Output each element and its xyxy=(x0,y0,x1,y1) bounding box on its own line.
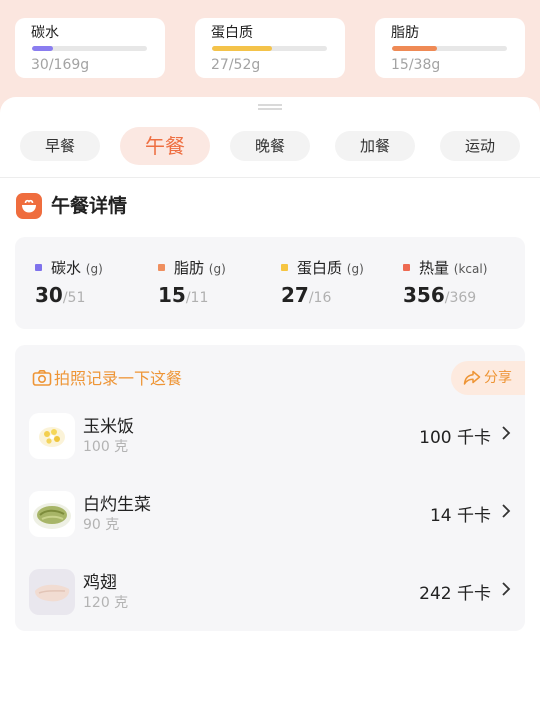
calories-color-dot xyxy=(403,264,410,271)
nutrient-protein-label: 蛋白质 (g) xyxy=(297,257,364,278)
nutrient-carbs-label: 碳水 (g) xyxy=(51,257,103,278)
protein-progress-bar xyxy=(212,46,327,51)
fat-color-dot xyxy=(158,264,165,271)
nutrient-calories-name: 热量 xyxy=(419,259,450,277)
carbs-summary-card: 碳水 30/169g xyxy=(15,18,165,78)
protein-summary-value: 27/52g xyxy=(211,57,261,73)
carbs-progress-fill xyxy=(32,46,53,51)
share-button[interactable]: 分享 xyxy=(451,361,525,395)
tab-lunch[interactable]: 午餐 xyxy=(120,127,210,165)
nutrient-calories-unit: (kcal) xyxy=(453,262,488,276)
nutrient-calories-target: /369 xyxy=(444,290,477,306)
share-icon xyxy=(463,370,481,385)
tab-snack[interactable]: 加餐 xyxy=(335,131,415,161)
meal-bowl-icon xyxy=(16,193,42,219)
carbs-color-dot xyxy=(35,264,42,271)
carbs-progress-bar xyxy=(32,46,147,51)
fat-progress-fill xyxy=(392,46,437,51)
food-item-corn-rice[interactable]: 玉米饭 100 克 100 千卡 xyxy=(15,407,525,463)
nutrient-fat-label: 脂肪 (g) xyxy=(174,257,226,278)
food-name: 玉米饭 xyxy=(83,417,134,437)
page-title: 午餐详情 xyxy=(51,195,128,217)
meal-tabs: 早餐 午餐 晚餐 加餐 运动 xyxy=(0,127,540,165)
fat-summary-card: 脂肪 15/38g xyxy=(375,18,525,78)
chevron-right-icon xyxy=(502,504,511,518)
fat-summary-name: 脂肪 xyxy=(391,25,419,41)
protein-progress-fill xyxy=(212,46,272,51)
share-label: 分享 xyxy=(484,370,512,386)
nutrient-summary: 碳水 (g) 30/51 脂肪 (g) 15/11 蛋白质 (g) 27/16 … xyxy=(15,237,525,329)
nutrient-fat-value: 15/11 xyxy=(158,283,208,307)
nutrient-protein-name: 蛋白质 xyxy=(297,259,343,277)
food-name: 鸡翅 xyxy=(83,573,117,593)
protein-summary-name: 蛋白质 xyxy=(211,25,253,41)
camera-icon xyxy=(32,370,52,386)
nutrient-calories-value: 356/369 xyxy=(403,283,476,307)
nutrient-carbs-target: /51 xyxy=(62,290,86,306)
nutrient-carbs-current: 30 xyxy=(35,283,63,307)
tabs-divider xyxy=(0,177,540,178)
food-amount: 90 克 xyxy=(83,517,120,533)
nutrient-fat-target: /11 xyxy=(185,290,209,306)
nutrient-fat-current: 15 xyxy=(158,283,186,307)
nutrient-protein-target: /16 xyxy=(308,290,332,306)
carbs-summary-name: 碳水 xyxy=(31,25,59,41)
food-item-chicken-wings[interactable]: 鸡翅 120 克 242 千卡 xyxy=(15,563,525,619)
fat-summary-value: 15/38g xyxy=(391,57,441,73)
chevron-right-icon xyxy=(502,582,511,596)
food-calories: 14 千卡 xyxy=(429,506,491,526)
nutrient-calories-current: 356 xyxy=(403,283,445,307)
photo-record-label: 拍照记录一下这餐 xyxy=(54,369,183,388)
food-amount: 120 克 xyxy=(83,595,129,611)
daily-macro-summary: 碳水 30/169g 蛋白质 27/52g 脂肪 15/38g xyxy=(0,0,540,100)
corn-rice-image xyxy=(29,413,75,459)
nutrient-carbs-name: 碳水 xyxy=(51,259,82,277)
nutrient-protein-value: 27/16 xyxy=(281,283,331,307)
protein-color-dot xyxy=(281,264,288,271)
nutrient-calories-label: 热量 (kcal) xyxy=(419,257,487,278)
tab-breakfast[interactable]: 早餐 xyxy=(20,131,100,161)
food-list-card: 拍照记录一下这餐 分享 玉米饭 100 克 100 千卡 白灼生菜 90 克 1… xyxy=(15,345,525,631)
meal-detail-sheet: 早餐 午餐 晚餐 加餐 运动 午餐详情 碳水 (g) 30/51 脂肪 (g) … xyxy=(0,97,540,720)
tab-exercise[interactable]: 运动 xyxy=(440,131,520,161)
sheet-drag-handle[interactable] xyxy=(258,104,282,110)
carbs-summary-value: 30/169g xyxy=(31,57,90,73)
nutrient-carbs-unit: (g) xyxy=(85,262,103,276)
chevron-right-icon xyxy=(502,426,511,440)
nutrient-fat-name: 脂肪 xyxy=(174,259,205,277)
nutrient-carbs-value: 30/51 xyxy=(35,283,85,307)
food-amount: 100 克 xyxy=(83,439,129,455)
food-item-boiled-lettuce[interactable]: 白灼生菜 90 克 14 千卡 xyxy=(15,485,525,541)
nutrient-fat-unit: (g) xyxy=(208,262,226,276)
chicken-wings-image xyxy=(29,569,75,615)
food-calories: 242 千卡 xyxy=(419,584,491,604)
boiled-lettuce-image xyxy=(29,491,75,537)
fat-progress-bar xyxy=(392,46,507,51)
tab-dinner[interactable]: 晚餐 xyxy=(230,131,310,161)
food-calories: 100 千卡 xyxy=(419,428,491,448)
nutrient-protein-current: 27 xyxy=(281,283,309,307)
nutrient-protein-unit: (g) xyxy=(346,262,364,276)
protein-summary-card: 蛋白质 27/52g xyxy=(195,18,345,78)
food-name: 白灼生菜 xyxy=(83,495,151,515)
